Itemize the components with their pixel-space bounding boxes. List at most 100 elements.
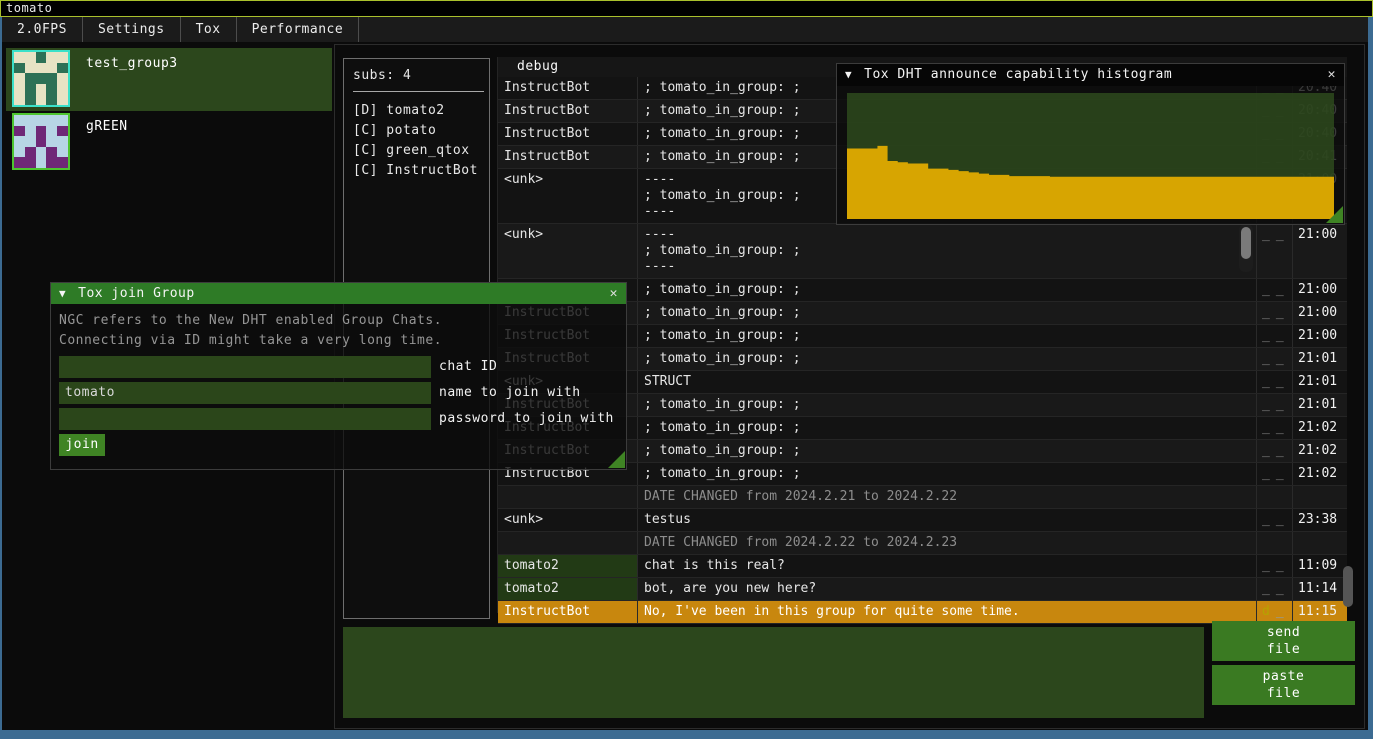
avatar-pixel (46, 84, 57, 95)
chat-row-message: ; tomato_in_group: ; (638, 394, 1256, 416)
window-title: tomato (6, 1, 52, 15)
group-avatar (12, 113, 70, 170)
menu-item-tox[interactable]: Tox (181, 17, 237, 42)
join-button[interactable]: join (59, 434, 105, 456)
avatar-pixel (14, 115, 25, 126)
avatar-pixel (46, 115, 57, 126)
avatar-pixel (57, 136, 68, 147)
avatar-pixel (46, 52, 57, 63)
join-input-chat-id[interactable] (59, 356, 431, 378)
avatar-pixel (36, 136, 47, 147)
chat-row-timestamp (1292, 532, 1347, 554)
join-group-window: ▼ Tox join Group ✕ NGC refers to the New … (50, 282, 627, 470)
chat-row-message: No, I've been in this group for quite so… (638, 601, 1256, 623)
join-field-label: name to join with (431, 382, 581, 404)
close-icon[interactable]: ✕ (1328, 64, 1336, 86)
avatar-pixel (14, 147, 25, 158)
chat-row[interactable]: tomato2bot, are you new here?__11:14 (498, 578, 1347, 601)
menu-item-performance[interactable]: Performance (237, 17, 360, 42)
chat-row-timestamp: 23:38 (1292, 509, 1347, 531)
avatar-pixel (57, 157, 68, 168)
avatar-pixel (46, 73, 57, 84)
subs-member[interactable]: [D] tomato2 (353, 101, 489, 121)
group-list: test_group3 gREEN (6, 48, 332, 174)
panel-scrollbar-thumb[interactable] (1343, 566, 1353, 607)
chat-system-row[interactable]: DATE CHANGED from 2024.2.21 to 2024.2.22 (498, 486, 1347, 509)
chat-row-receipts: __ (1256, 224, 1292, 278)
chat-row-receipts: __ (1256, 509, 1292, 531)
avatar-pixel (25, 94, 36, 105)
histogram-chart (847, 93, 1334, 219)
collapse-arrow-icon[interactable]: ▼ (59, 283, 66, 304)
chat-row-timestamp: 21:02 (1292, 417, 1347, 439)
chat-row-name: tomato2 (498, 555, 638, 577)
join-field-label: chat ID (431, 356, 497, 378)
chat-row-message: ---- ; tomato_in_group: ; ---- (638, 224, 1256, 278)
group-name: gREEN (86, 119, 128, 134)
chat-row-receipts: __ (1256, 394, 1292, 416)
message-input[interactable] (343, 627, 1204, 718)
chat-row-receipts: __ (1256, 279, 1292, 301)
histogram-window-titlebar[interactable]: ▼Tox DHT announce capability histogram ✕ (837, 64, 1344, 86)
join-fields: chat IDtomatoname to join withpassword t… (59, 356, 626, 430)
chat-row[interactable]: tomato2chat is this real?__11:09 (498, 555, 1347, 578)
chat-row-message: STRUCT (638, 371, 1256, 393)
avatar-pixel (14, 73, 25, 84)
avatar-pixel (14, 157, 25, 168)
join-window-titlebar[interactable]: ▼ Tox join Group ✕ (51, 283, 626, 304)
resize-grip[interactable] (608, 451, 625, 468)
menu-item-2-0fps[interactable]: 2.0FPS (2, 17, 83, 42)
chat-scrollbar-thumb[interactable] (1241, 227, 1251, 259)
menu-item-settings[interactable]: Settings (83, 17, 181, 42)
group-item-test_group3[interactable]: test_group3 (6, 48, 332, 111)
chat-row-timestamp: 11:09 (1292, 555, 1347, 577)
chat-row-timestamp: 21:01 (1292, 394, 1347, 416)
subs-member[interactable]: [C] green_qtox (353, 141, 489, 161)
join-window-title: Tox join Group (78, 286, 195, 301)
chat-row[interactable]: <unk>---- ; tomato_in_group: ; ----__21:… (498, 224, 1347, 279)
send-file-button[interactable]: send file (1212, 621, 1355, 661)
subs-member[interactable]: [C] potato (353, 121, 489, 141)
join-input-name-to-join-with[interactable]: tomato (59, 382, 431, 404)
app-border-left (0, 17, 2, 739)
close-icon[interactable]: ✕ (610, 283, 618, 304)
join-input-password-to-join-with[interactable] (59, 408, 431, 430)
subs-list: [D] tomato2[C] potato[C] green_qtox[C] I… (353, 101, 489, 181)
avatar-pixel (25, 147, 36, 158)
join-field-label: password to join with (431, 408, 614, 430)
histogram-window: ▼Tox DHT announce capability histogram ✕ (836, 63, 1345, 225)
avatar-pixel (14, 84, 25, 95)
chat-system-row[interactable]: DATE CHANGED from 2024.2.22 to 2024.2.23 (498, 532, 1347, 555)
avatar-pixel (36, 147, 47, 158)
group-name: test_group3 (86, 56, 178, 71)
resize-grip[interactable] (1326, 206, 1343, 223)
chat-row-receipts: __ (1256, 371, 1292, 393)
chat-row-name: InstructBot (498, 77, 638, 99)
tab-debug[interactable]: debug (517, 59, 559, 74)
avatar-pixel (25, 73, 36, 84)
chat-row-message: DATE CHANGED from 2024.2.21 to 2024.2.22 (638, 486, 1256, 508)
avatar-pixel (57, 126, 68, 137)
subs-member[interactable]: [C] InstructBot (353, 161, 489, 181)
collapse-arrow-icon[interactable]: ▼ (845, 64, 852, 86)
avatar-pixel (14, 94, 25, 105)
avatar-pixel (46, 126, 57, 137)
avatar-pixel (25, 52, 36, 63)
chat-row-message: chat is this real? (638, 555, 1256, 577)
chat-row-message: DATE CHANGED from 2024.2.22 to 2024.2.23 (638, 532, 1256, 554)
chat-row-name: tomato2 (498, 578, 638, 600)
subs-separator (353, 91, 484, 92)
avatar-pixel (57, 147, 68, 158)
chat-row-timestamp: 21:01 (1292, 348, 1347, 370)
chat-row-message: ; tomato_in_group: ; (638, 440, 1256, 462)
paste-file-button[interactable]: paste file (1212, 665, 1355, 705)
avatar-pixel (36, 52, 47, 63)
ngc-info-line-1: NGC refers to the New DHT enabled Group … (59, 311, 626, 331)
chat-row-timestamp: 11:14 (1292, 578, 1347, 600)
join-field-row: tomatoname to join with (59, 382, 626, 404)
chat-row[interactable]: <unk>testus__23:38 (498, 509, 1347, 532)
group-item-gREEN[interactable]: gREEN (6, 111, 332, 174)
avatar-pixel (46, 147, 57, 158)
avatar-pixel (14, 52, 25, 63)
window-title-bar[interactable]: tomato (0, 0, 1373, 17)
